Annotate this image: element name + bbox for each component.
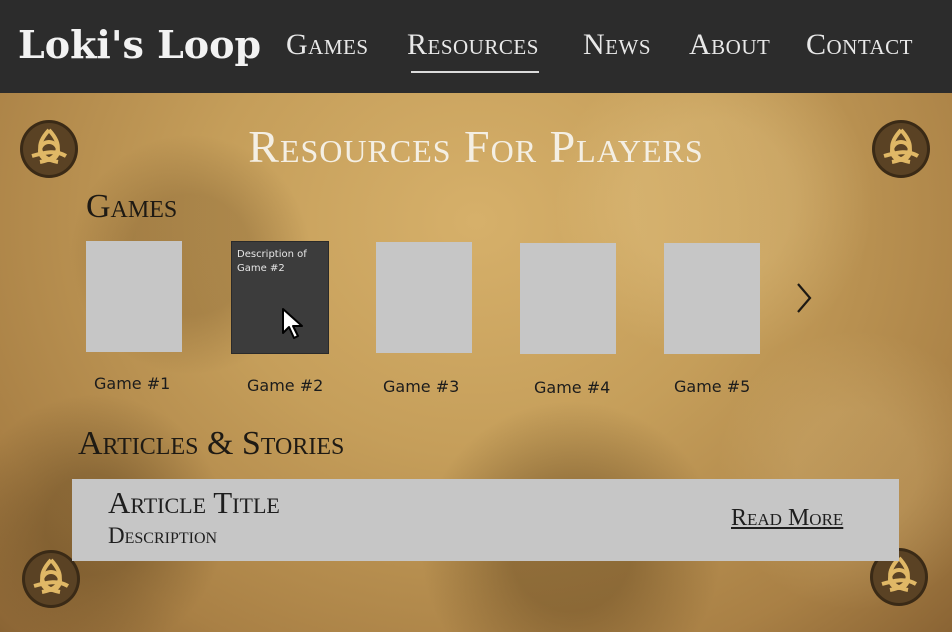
game-card-1[interactable]	[86, 241, 182, 352]
game-label-5: Game #5	[674, 377, 751, 396]
game-label-1: Game #1	[94, 374, 171, 393]
nav-about[interactable]: About	[689, 28, 770, 62]
mouse-pointer-icon	[282, 308, 303, 339]
nav-news[interactable]: News	[583, 28, 651, 62]
game-card-description: Description of Game #2	[237, 249, 307, 274]
game-label-3: Game #3	[383, 377, 460, 396]
nav-contact[interactable]: Contact	[806, 28, 913, 62]
chevron-right-icon[interactable]	[792, 280, 816, 316]
game-label-4: Game #4	[534, 378, 611, 397]
site-header: Loki's Loop Games Resources News About C…	[0, 0, 952, 93]
game-card-5[interactable]	[664, 243, 760, 354]
game-card-4[interactable]	[520, 243, 616, 354]
articles-section-title: Articles & Stories	[78, 425, 345, 462]
article-description: Description	[108, 523, 218, 548]
article-card[interactable]: Article Title Description Read More	[72, 479, 899, 561]
nav-games[interactable]: Games	[286, 28, 369, 62]
site-logo[interactable]: Loki's Loop	[18, 22, 261, 67]
game-label-2: Game #2	[247, 376, 324, 395]
page-title: Resources For Players	[248, 121, 704, 172]
active-nav-underline	[411, 71, 539, 73]
article-title: Article Title	[108, 485, 280, 520]
nav-resources[interactable]: Resources	[407, 28, 539, 62]
read-more-link[interactable]: Read More	[731, 505, 843, 532]
game-card-2[interactable]: Description of Game #2	[231, 241, 329, 354]
game-card-3[interactable]	[376, 242, 472, 353]
games-section-title: Games	[86, 188, 178, 225]
